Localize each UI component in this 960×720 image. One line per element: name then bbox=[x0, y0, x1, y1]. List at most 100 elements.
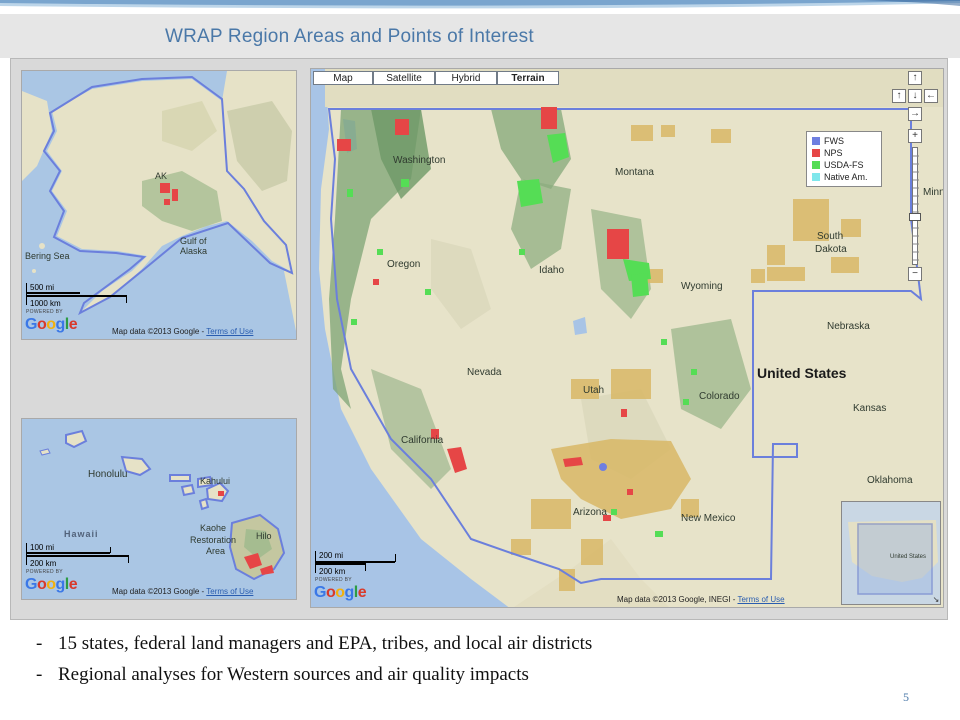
map-label-nebraska: Nebraska bbox=[827, 321, 870, 332]
map-label-dakota: Dakota bbox=[815, 244, 847, 255]
map-label-arizona: Arizona bbox=[573, 507, 607, 518]
terms-of-use-link[interactable]: Terms of Use bbox=[206, 327, 253, 336]
overview-map[interactable]: United States bbox=[841, 501, 941, 605]
map-label-utah: Utah bbox=[583, 385, 605, 396]
map-type-map[interactable]: Map bbox=[313, 71, 373, 85]
map-label-gulf-of-alaska: Gulf of Alaska bbox=[180, 236, 208, 256]
ribbon-graphic bbox=[0, 0, 960, 14]
map-label-wyoming: Wyoming bbox=[681, 281, 723, 292]
terms-of-use-link[interactable]: Terms of Use bbox=[737, 595, 784, 604]
scale-bar-km bbox=[26, 295, 126, 297]
pan-up-button[interactable]: ↑ bbox=[908, 71, 922, 85]
scale-bar-km bbox=[26, 555, 128, 557]
scale-miles-label: 500 mi bbox=[30, 283, 55, 292]
map-type-hybrid[interactable]: Hybrid bbox=[435, 71, 497, 85]
map-label-kaohe: Kaohe bbox=[200, 523, 227, 533]
scale-bar-tick bbox=[26, 543, 27, 565]
attribution-text: Map data ©2013 Google - bbox=[112, 327, 207, 336]
attribution-text: Map data ©2013 Google - bbox=[112, 587, 207, 596]
pan-left-button[interactable]: ↑ bbox=[892, 89, 906, 103]
terms-of-use-link[interactable]: Terms of Use bbox=[206, 587, 253, 596]
pan-right-button[interactable]: ← bbox=[924, 89, 938, 103]
map-legend: FWS NPS USDA-FS Native Am. bbox=[806, 131, 882, 187]
map-label-washington: Washington bbox=[393, 155, 446, 166]
bullet-dash: - bbox=[36, 633, 43, 654]
map-label-montana: Montana bbox=[615, 167, 654, 178]
legend-swatch bbox=[812, 137, 820, 145]
map-label-idaho: Idaho bbox=[539, 265, 565, 276]
bullet-dash: - bbox=[36, 664, 43, 685]
legend-label: USDA-FS bbox=[824, 160, 864, 170]
map-label-ak: AK bbox=[155, 171, 168, 181]
map-label-oklahoma: Oklahoma bbox=[867, 475, 913, 486]
scale-km-label: 200 km bbox=[30, 559, 57, 568]
scale-bar-tick bbox=[395, 554, 396, 562]
legend-swatch bbox=[812, 173, 820, 181]
legend-item: NPS bbox=[812, 147, 875, 159]
zoom-in-button[interactable]: + bbox=[908, 129, 922, 143]
legend-item: FWS bbox=[812, 135, 875, 147]
map-label-hawaii: Hawaii bbox=[64, 529, 99, 539]
map-type-terrain[interactable]: Terrain bbox=[497, 71, 559, 85]
scale-miles-label: 200 mi bbox=[319, 551, 344, 560]
zoom-slider-ticks bbox=[913, 155, 919, 261]
scale-miles-label: 100 mi bbox=[30, 543, 55, 552]
map-label-restoration: Restoration bbox=[190, 535, 237, 545]
scale-bar-tick bbox=[110, 547, 111, 553]
hawaii-map[interactable]: Honolulu Hawaii Kahului Kaohe Restoratio… bbox=[21, 418, 297, 600]
pan-down-button[interactable]: ↓ bbox=[908, 89, 922, 103]
map-label-california: California bbox=[401, 435, 444, 446]
scale-bar-miles bbox=[26, 292, 80, 294]
alaska-map-graphic bbox=[22, 71, 296, 331]
legend-swatch bbox=[812, 161, 820, 169]
map-label-bering-sea: Bering Sea bbox=[25, 251, 70, 261]
overview-label-united-states: United States bbox=[890, 554, 927, 560]
bullet-text: 15 states, federal land managers and EPA… bbox=[58, 633, 593, 654]
map-label-new-mexico: New Mexico bbox=[681, 513, 736, 524]
powered-by-label: POWERED BY bbox=[26, 569, 63, 575]
slide-title: WRAP Region Areas and Points of Interest bbox=[165, 26, 534, 47]
map-label-honolulu: Honolulu bbox=[88, 469, 128, 480]
map-type-selector: Map Satellite Hybrid Terrain bbox=[313, 71, 559, 85]
legend-item: Native Am. bbox=[812, 171, 875, 183]
map-label-area: Area bbox=[206, 546, 226, 556]
google-logo[interactable]: Google bbox=[25, 316, 78, 334]
map-label-kansas: Kansas bbox=[853, 403, 887, 414]
scale-bar-tick bbox=[128, 555, 129, 563]
map-label-hilo: Hilo bbox=[256, 531, 272, 541]
slide-top-ribbon bbox=[0, 0, 960, 14]
western-us-map[interactable]: Map Satellite Hybrid Terrain ↑ ↑ ↓ ← → +… bbox=[310, 68, 944, 608]
map-label-united-states: United States bbox=[757, 365, 847, 381]
map-attribution: Map data ©2013 Google - Terms of Use bbox=[112, 587, 253, 596]
legend-label: NPS bbox=[824, 148, 843, 158]
scale-bar-tick bbox=[26, 283, 27, 305]
map-label-kahului: Kahului bbox=[200, 476, 231, 486]
scale-bar-miles bbox=[26, 552, 110, 554]
bullet-item: - 15 states, federal land managers and E… bbox=[36, 633, 592, 664]
legend-label: FWS bbox=[824, 136, 844, 146]
map-label-south: South bbox=[817, 231, 844, 242]
rotate-button[interactable]: → bbox=[908, 107, 922, 121]
powered-by-label: POWERED BY bbox=[26, 309, 63, 315]
legend-swatch bbox=[812, 149, 820, 157]
map-label-nevada: Nevada bbox=[467, 367, 502, 378]
scale-bar-tick bbox=[126, 295, 127, 303]
google-logo[interactable]: Google bbox=[314, 584, 367, 602]
legend-label: Native Am. bbox=[824, 172, 868, 182]
map-label-oregon: Oregon bbox=[387, 259, 421, 270]
map-attribution: Map data ©2013 Google, INEGI - Terms of … bbox=[617, 595, 785, 604]
scale-km-label: 1000 km bbox=[30, 299, 61, 308]
zoom-slider-handle[interactable] bbox=[909, 213, 921, 221]
map-type-satellite[interactable]: Satellite bbox=[373, 71, 435, 85]
scale-bar-tick bbox=[365, 563, 366, 571]
scale-bar-tick bbox=[315, 551, 316, 573]
zoom-slider-track[interactable] bbox=[912, 147, 919, 265]
bullet-list: - 15 states, federal land managers and E… bbox=[36, 633, 592, 695]
google-logo[interactable]: Google bbox=[25, 576, 78, 594]
overview-toggle-icon[interactable]: ↘ bbox=[931, 595, 941, 605]
bullet-item: - Regional analyses for Western sources … bbox=[36, 664, 592, 695]
scale-km-label: 200 km bbox=[319, 567, 346, 576]
alaska-map[interactable]: AK Bering Sea Gulf of Alaska 500 mi 1000… bbox=[21, 70, 297, 340]
zoom-out-button[interactable]: − bbox=[908, 267, 922, 281]
map-label-colorado: Colorado bbox=[699, 391, 740, 402]
